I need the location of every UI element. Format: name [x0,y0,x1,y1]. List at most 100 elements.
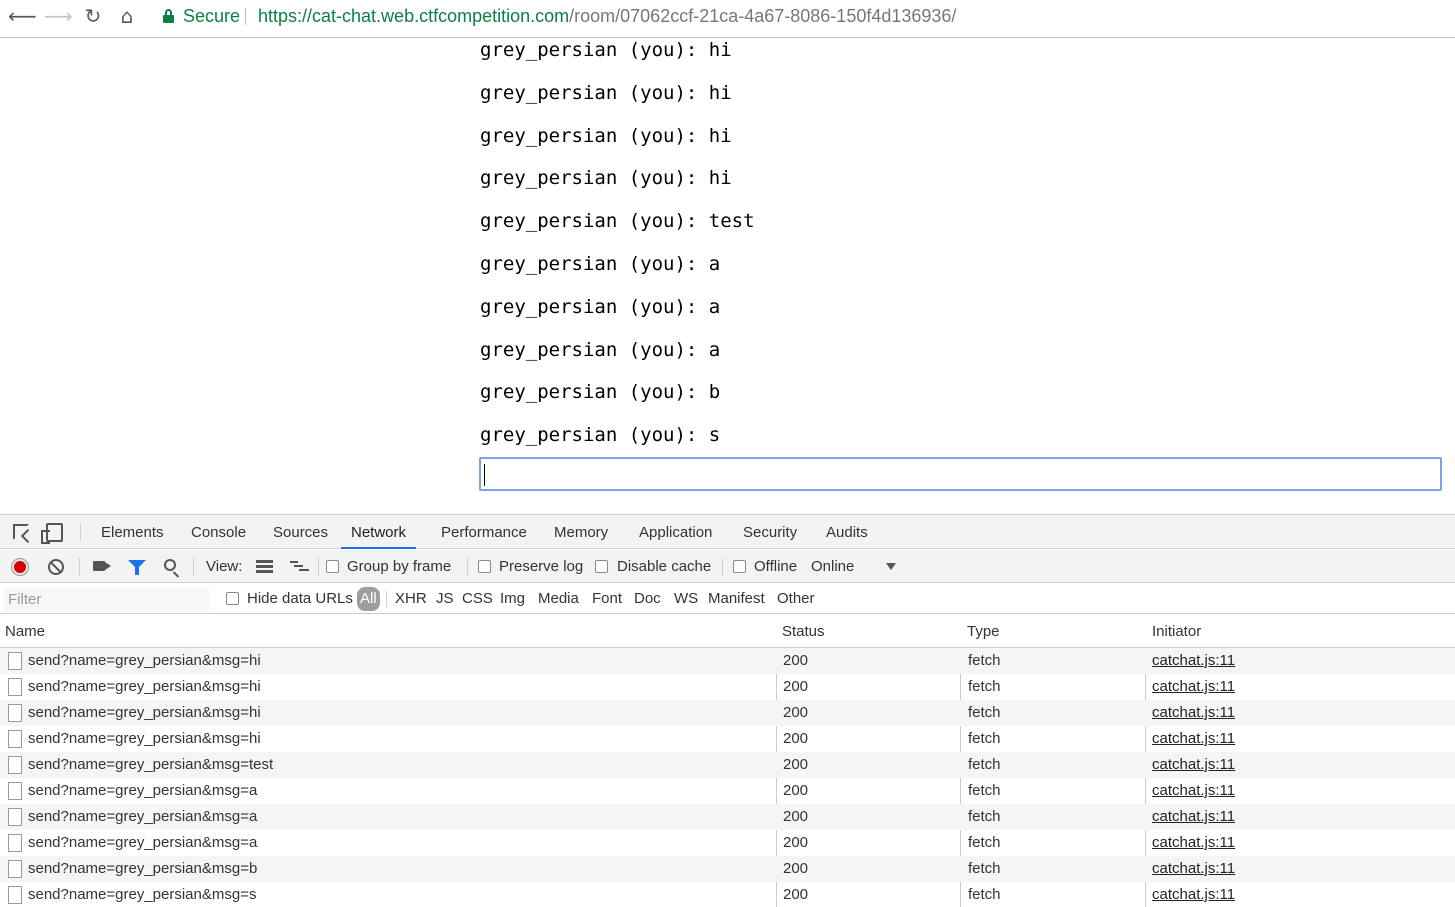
lock-icon[interactable] [163,9,174,23]
type-filter-font[interactable]: Font [589,587,625,611]
initiator-link[interactable]: catchat.js:11 [1152,778,1235,804]
type-filter-media[interactable]: Media [535,587,582,611]
home-icon[interactable]: ⌂ [113,5,141,29]
initiator-link[interactable]: catchat.js:11 [1152,882,1235,907]
request-name[interactable]: send?name=grey_persian&msg=a [28,804,257,830]
device-toolbar-icon[interactable] [41,523,63,544]
type-filter-all[interactable]: All [357,587,380,611]
hide-data-urls-checkbox[interactable] [226,592,239,605]
reload-icon[interactable]: ↻ [79,5,107,29]
preserve-log-label: Preserve log [499,558,584,575]
initiator-link[interactable]: catchat.js:11 [1152,726,1235,752]
initiator-link[interactable]: catchat.js:11 [1152,648,1235,674]
table-row[interactable]: send?name=grey_persian&msg=hi 200 fetch … [0,648,1455,674]
header-status[interactable]: Status [782,615,825,648]
tab-console[interactable]: Console [187,515,250,549]
group-by-frame-checkbox[interactable] [326,560,339,573]
chat-log: grey_persian (you): hi grey_persian (you… [480,38,1440,466]
header-type[interactable]: Type [967,615,1000,648]
type-filter-other[interactable]: Other [774,587,818,611]
offline-checkbox[interactable] [733,560,746,573]
type-filter-img[interactable]: Img [497,587,528,611]
chat-message: grey_persian (you): hi [480,39,732,61]
chat-message: grey_persian (you): hi [480,167,732,190]
request-name[interactable]: send?name=grey_persian&msg=a [28,778,257,804]
tab-sources[interactable]: Sources [269,515,332,549]
hide-data-urls-label: Hide data URLs [247,590,353,607]
request-name[interactable]: send?name=grey_persian&msg=a [28,830,257,856]
request-name[interactable]: send?name=grey_persian&msg=b [28,856,257,882]
table-row[interactable]: send?name=grey_persian&msg=a 200 fetch c… [0,778,1455,804]
filter-input[interactable] [4,587,209,611]
table-row[interactable]: send?name=grey_persian&msg=hi 200 fetch … [0,700,1455,726]
devtools-panel: Elements Console Sources Network Perform… [0,514,1455,907]
chat-message-input[interactable] [479,457,1442,491]
chat-message: grey_persian (you): test [480,210,755,233]
table-row[interactable]: send?name=grey_persian&msg=hi 200 fetch … [0,726,1455,752]
type-filter-ws[interactable]: WS [671,587,701,611]
tab-application[interactable]: Application [635,515,716,549]
capture-screenshots-icon[interactable] [93,561,111,571]
request-name[interactable]: send?name=grey_persian&msg=hi [28,700,261,726]
initiator-link[interactable]: catchat.js:11 [1152,804,1235,830]
tab-elements[interactable]: Elements [97,515,168,549]
network-toolbar: View: Group by frame Preserve log Disabl… [0,550,1455,583]
initiator-link[interactable]: catchat.js:11 [1152,752,1235,778]
tab-network[interactable]: Network [341,515,417,549]
table-row[interactable]: send?name=grey_persian&msg=a 200 fetch c… [0,830,1455,856]
type-filter-manifest[interactable]: Manifest [705,587,768,611]
group-by-frame-label: Group by frame [347,558,452,575]
clear-icon[interactable] [48,559,64,575]
request-name[interactable]: send?name=grey_persian&msg=hi [28,726,261,752]
type-filter-doc[interactable]: Doc [631,587,664,611]
table-row[interactable]: send?name=grey_persian&msg=b 200 fetch c… [0,856,1455,882]
back-arrow-icon[interactable]: ⟵ [8,5,37,29]
secure-label[interactable]: Secure [183,0,240,32]
type-filter-xhr[interactable]: XHR [392,587,430,611]
throttling-select[interactable]: Online [811,550,854,583]
initiator-link[interactable]: catchat.js:11 [1152,674,1235,700]
request-status: 200 [783,652,809,669]
search-icon[interactable] [164,559,176,571]
initiator-link[interactable]: catchat.js:11 [1152,856,1235,882]
large-rows-icon[interactable] [256,560,273,573]
toolbar-divider [318,558,319,576]
document-icon [8,782,22,800]
table-row[interactable]: send?name=grey_persian&msg=test 200 fetc… [0,752,1455,778]
table-row[interactable]: send?name=grey_persian&msg=hi 200 fetch … [0,674,1455,700]
tab-memory[interactable]: Memory [550,515,612,549]
overview-icon[interactable] [290,560,309,573]
request-name[interactable]: send?name=grey_persian&msg=s [28,882,256,907]
initiator-link[interactable]: catchat.js:11 [1152,700,1235,726]
disable-cache-checkbox[interactable] [595,560,608,573]
record-icon[interactable] [12,559,28,575]
document-icon [8,730,22,748]
table-row[interactable]: send?name=grey_persian&msg=a 200 fetch c… [0,804,1455,830]
request-name[interactable]: send?name=grey_persian&msg=hi [28,648,261,674]
request-name[interactable]: send?name=grey_persian&msg=hi [28,674,261,700]
inspect-element-icon[interactable] [13,524,29,540]
address-bar[interactable]: Secure https://cat-chat.web.ctfcompetiti… [150,0,1455,32]
preserve-log-checkbox[interactable] [478,560,491,573]
network-filter-bar: Hide data URLs All XHR JS CSS Img Media … [0,584,1455,614]
url-text[interactable]: https://cat-chat.web.ctfcompetition.com/… [258,0,956,32]
document-icon [8,652,22,670]
text-caret [484,464,485,486]
filter-icon[interactable] [128,560,146,575]
request-status: 200 [783,834,809,851]
type-filter-css[interactable]: CSS [459,587,496,611]
request-type: fetch [968,652,1001,669]
document-icon [8,808,22,826]
type-filter-js[interactable]: JS [433,587,457,611]
header-initiator[interactable]: Initiator [1152,615,1201,648]
tab-security[interactable]: Security [739,515,801,549]
dropdown-arrow-icon[interactable] [886,563,896,570]
forward-arrow-icon[interactable]: ⟶ [44,5,73,29]
request-type: fetch [968,756,1001,773]
header-name[interactable]: Name [5,615,45,648]
request-name[interactable]: send?name=grey_persian&msg=test [28,752,273,778]
tab-audits[interactable]: Audits [822,515,872,549]
tab-performance[interactable]: Performance [437,515,531,549]
initiator-link[interactable]: catchat.js:11 [1152,830,1235,856]
table-row[interactable]: send?name=grey_persian&msg=s 200 fetch c… [0,882,1455,907]
